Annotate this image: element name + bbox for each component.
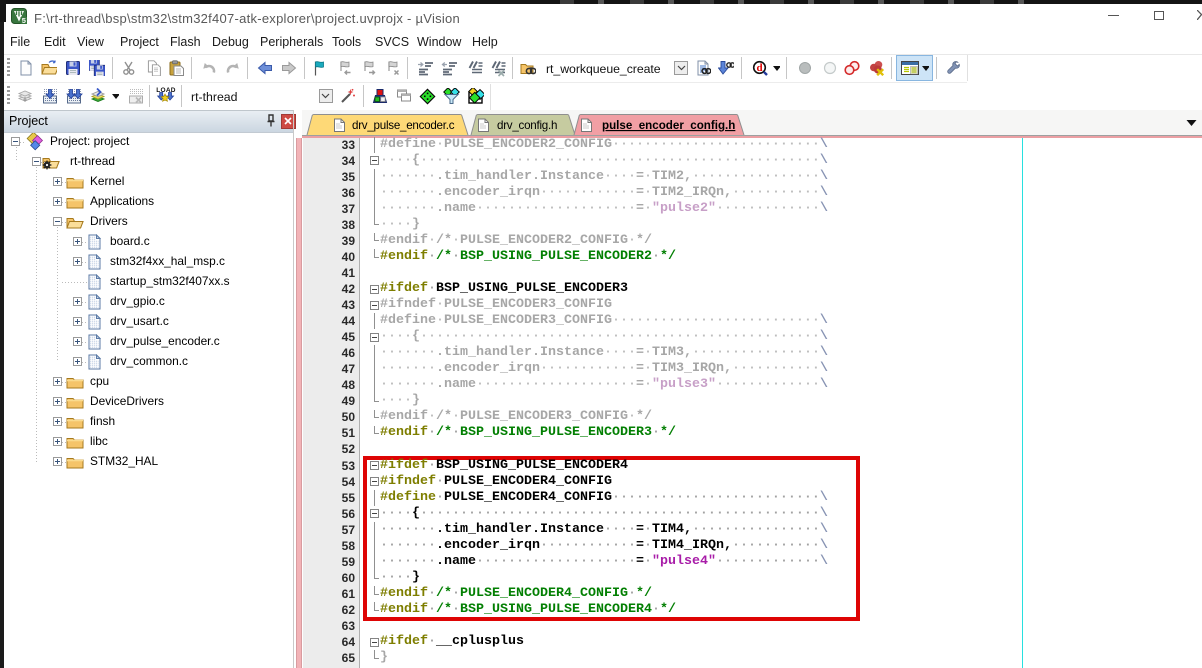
svg-text:5: 5 <box>22 16 26 24</box>
svg-text:drv_config.h: drv_config.h <box>497 119 557 132</box>
svg-text:LOAD: LOAD <box>156 87 176 94</box>
svg-text:pulse_encoder_config.h: pulse_encoder_config.h <box>602 119 735 132</box>
svg-text:d: d <box>756 62 762 74</box>
svg-text:drv_pulse_encoder.c: drv_pulse_encoder.c <box>352 119 455 132</box>
